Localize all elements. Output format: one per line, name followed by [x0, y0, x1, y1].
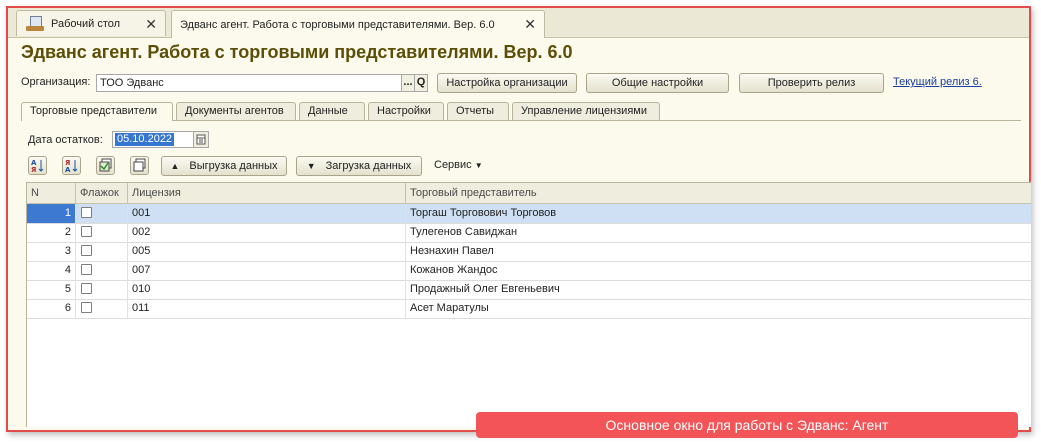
date-field[interactable]: 05.10.2022: [112, 131, 194, 148]
table-row[interactable]: 4 007 Кожанов Жандос: [27, 261, 1031, 281]
organization-label: Организация:: [21, 76, 91, 88]
tab-license-management[interactable]: Управление лицензиями: [512, 102, 660, 120]
download-data-label: Загрузка данных: [325, 160, 412, 172]
close-icon[interactable]: ✕: [145, 16, 157, 33]
org-settings-button[interactable]: Настройка организации: [437, 73, 577, 93]
sales-reps-table[interactable]: N Флажок Лицензия Торговый представитель…: [26, 182, 1031, 427]
column-header-sales-rep[interactable]: Торговый представитель: [406, 183, 1031, 203]
desktop-icon: [25, 15, 45, 32]
table-row[interactable]: 2 002 Тулегенов Савиджан: [27, 223, 1031, 243]
flag-checkbox[interactable]: [81, 264, 92, 275]
column-header-n[interactable]: N: [27, 183, 76, 203]
sales-rep-cell: Асет Маратулы: [410, 302, 489, 314]
chevron-down-icon: ▼: [306, 161, 316, 171]
tab-settings[interactable]: Настройки: [368, 102, 444, 120]
row-number: 3: [27, 242, 76, 261]
sales-rep-cell: Торгаш Торговович Торговов: [410, 207, 557, 219]
license-cell: 011: [128, 299, 406, 318]
row-flag-cell: [76, 261, 128, 280]
row-number: 2: [27, 223, 76, 242]
check-all-icon[interactable]: [96, 156, 115, 175]
app-window: Рабочий стол ✕ Эдванс агент. Работа с то…: [6, 6, 1031, 432]
row-number: 5: [27, 280, 76, 299]
inner-tab-bar: Торговые представители Документы агентов…: [21, 102, 1021, 121]
service-menu-label: Сервис: [434, 159, 472, 171]
flag-checkbox[interactable]: [81, 226, 92, 237]
row-number: 1: [27, 204, 76, 223]
license-cell: 002: [128, 223, 406, 242]
sort-desc-icon[interactable]: ЯA: [62, 156, 81, 175]
table-row[interactable]: 5 010 Продажный Олег Евгеньевич: [27, 280, 1031, 300]
general-settings-button[interactable]: Общие настройки: [586, 73, 729, 93]
license-cell: 001: [128, 204, 406, 223]
row-flag-cell: [76, 204, 128, 223]
tab-agent-documents[interactable]: Документы агентов: [176, 102, 296, 120]
row-flag-cell: [76, 223, 128, 242]
row-flag-cell: [76, 280, 128, 299]
tab-desktop-label: Рабочий стол: [51, 17, 121, 30]
search-icon[interactable]: Q: [414, 74, 428, 92]
table-row[interactable]: 1 001 Торгаш Торговович Торговов: [27, 204, 1031, 224]
chevron-up-icon: ▲: [170, 161, 180, 171]
column-header-license[interactable]: Лицензия: [128, 183, 406, 203]
date-label: Дата остатков:: [28, 134, 103, 146]
organization-field[interactable]: ТОО Эдванс: [96, 74, 402, 92]
sales-rep-cell: Тулегенов Савиджан: [410, 226, 518, 238]
flag-checkbox[interactable]: [81, 207, 92, 218]
select-organization-button[interactable]: ...: [401, 74, 415, 92]
caption-banner: Основное окно для работы с Эдванс: Агент: [476, 412, 1018, 438]
row-flag-cell: [76, 299, 128, 318]
sales-rep-cell: Кожанов Жандос: [410, 264, 498, 276]
table-row[interactable]: 6 011 Асет Маратулы: [27, 299, 1031, 319]
table-header: N Флажок Лицензия Торговый представитель: [27, 183, 1031, 204]
check-release-button[interactable]: Проверить релиз: [739, 73, 884, 93]
row-flag-cell: [76, 242, 128, 261]
uncheck-all-icon[interactable]: [130, 156, 149, 175]
row-number: 6: [27, 299, 76, 318]
flag-checkbox[interactable]: [81, 283, 92, 294]
sort-asc-icon[interactable]: AЯ: [28, 156, 47, 175]
close-icon[interactable]: ✕: [524, 16, 536, 33]
calendar-icon[interactable]: [193, 131, 209, 148]
download-data-button[interactable]: ▼ Загрузка данных: [296, 156, 422, 176]
tab-reports[interactable]: Отчеты: [447, 102, 509, 120]
license-cell: 010: [128, 280, 406, 299]
license-cell: 007: [128, 261, 406, 280]
svg-text:Я: Я: [31, 166, 36, 174]
page-title: Эдванс агент. Работа с торговыми предста…: [21, 42, 573, 62]
row-number: 4: [27, 261, 76, 280]
column-header-flag[interactable]: Флажок: [76, 183, 128, 203]
flag-checkbox[interactable]: [81, 245, 92, 256]
sales-rep-cell: Продажный Олег Евгеньевич: [410, 283, 560, 295]
upload-data-button[interactable]: ▲ Выгрузка данных: [161, 156, 287, 176]
window-tab-strip: Рабочий стол ✕ Эдванс агент. Работа с то…: [8, 8, 1029, 38]
current-release-link[interactable]: Текущий релиз 6.: [893, 76, 982, 88]
table-row[interactable]: 3 005 Незнахин Павел: [27, 242, 1031, 262]
upload-data-label: Выгрузка данных: [189, 160, 278, 172]
dropdown-arrow-icon: ▼: [474, 161, 483, 170]
tab-sales-reps[interactable]: Торговые представители: [21, 102, 173, 121]
license-cell: 005: [128, 242, 406, 261]
svg-text:A: A: [65, 166, 71, 174]
tab-data[interactable]: Данные: [299, 102, 365, 120]
tab-edvans-agent[interactable]: Эдванс агент. Работа с торговыми предста…: [171, 10, 545, 38]
service-menu[interactable]: Сервис ▼: [434, 159, 483, 171]
tab-desktop[interactable]: Рабочий стол ✕: [16, 10, 166, 36]
date-value: 05.10.2022: [115, 133, 175, 146]
tab-edvans-agent-label: Эдванс агент. Работа с торговыми предста…: [180, 18, 495, 31]
sales-rep-cell: Незнахин Павел: [410, 245, 494, 257]
flag-checkbox[interactable]: [81, 302, 92, 313]
